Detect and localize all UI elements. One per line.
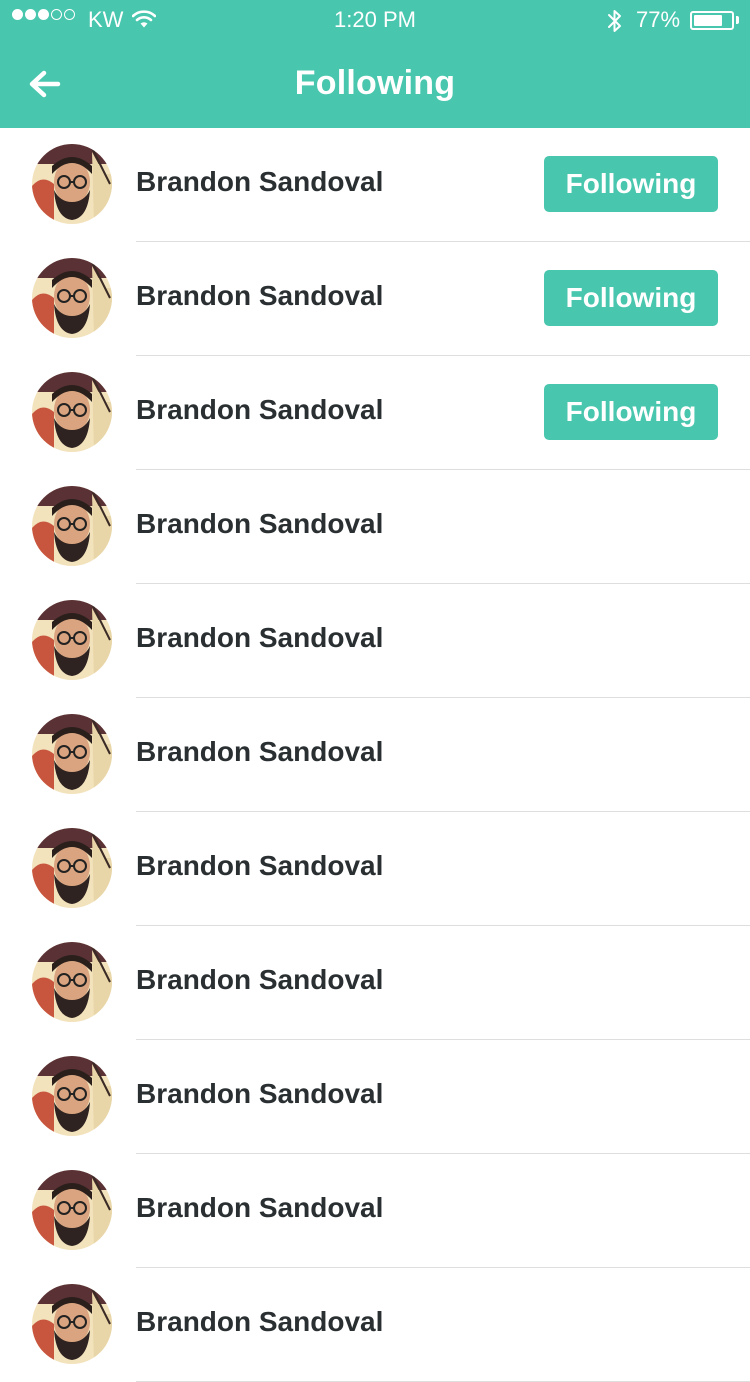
avatar[interactable] bbox=[32, 1170, 112, 1250]
user-name[interactable]: Brandon Sandoval bbox=[136, 1078, 383, 1110]
avatar[interactable] bbox=[32, 1056, 112, 1136]
bluetooth-icon bbox=[606, 8, 624, 40]
user-name[interactable]: Brandon Sandoval bbox=[136, 508, 383, 540]
following-button[interactable]: Following bbox=[544, 156, 718, 212]
list-item[interactable]: Brandon Sandoval bbox=[0, 584, 750, 698]
avatar[interactable] bbox=[32, 1284, 112, 1364]
user-name[interactable]: Brandon Sandoval bbox=[136, 1192, 383, 1224]
list-item[interactable]: Brandon Sandoval bbox=[0, 812, 750, 926]
avatar[interactable] bbox=[32, 258, 112, 338]
list-item[interactable]: Brandon Sandoval bbox=[0, 926, 750, 1040]
avatar[interactable] bbox=[32, 828, 112, 908]
user-name[interactable]: Brandon Sandoval bbox=[136, 166, 383, 198]
list-item[interactable]: Brandon Sandoval bbox=[0, 1268, 750, 1382]
following-button[interactable]: Following bbox=[544, 384, 718, 440]
list-item[interactable]: Brandon Sandoval bbox=[0, 1040, 750, 1154]
status-bar: KW 1:20 PM 77% bbox=[0, 0, 750, 40]
user-name[interactable]: Brandon Sandoval bbox=[136, 1306, 383, 1338]
list-item[interactable]: Brandon Sandoval Following bbox=[0, 128, 750, 242]
user-name[interactable]: Brandon Sandoval bbox=[136, 394, 383, 426]
battery-tip bbox=[736, 16, 739, 24]
page-title: Following bbox=[294, 64, 456, 102]
avatar[interactable] bbox=[32, 372, 112, 452]
user-name[interactable]: Brandon Sandoval bbox=[136, 736, 383, 768]
avatar[interactable] bbox=[32, 600, 112, 680]
list-item[interactable]: Brandon Sandoval bbox=[0, 470, 750, 584]
avatar[interactable] bbox=[32, 942, 112, 1022]
battery-percent: 77% bbox=[636, 7, 681, 32]
list-item[interactable]: Brandon Sandoval bbox=[0, 698, 750, 812]
user-name[interactable]: Brandon Sandoval bbox=[136, 964, 383, 996]
avatar[interactable] bbox=[32, 144, 112, 224]
list-item[interactable]: Brandon Sandoval Following bbox=[0, 356, 750, 470]
following-button[interactable]: Following bbox=[544, 270, 718, 326]
following-list: Brandon Sandoval Following Brandon Sandov… bbox=[0, 128, 750, 1382]
avatar[interactable] bbox=[32, 486, 112, 566]
app-header: KW 1:20 PM 77% Following bbox=[0, 0, 750, 128]
list-item[interactable]: Brandon Sandoval bbox=[0, 1154, 750, 1268]
battery-icon bbox=[690, 11, 734, 30]
list-item[interactable]: Brandon Sandoval Following bbox=[0, 242, 750, 356]
user-name[interactable]: Brandon Sandoval bbox=[136, 280, 383, 312]
user-name[interactable]: Brandon Sandoval bbox=[136, 850, 383, 882]
user-name[interactable]: Brandon Sandoval bbox=[136, 622, 383, 654]
avatar[interactable] bbox=[32, 714, 112, 794]
